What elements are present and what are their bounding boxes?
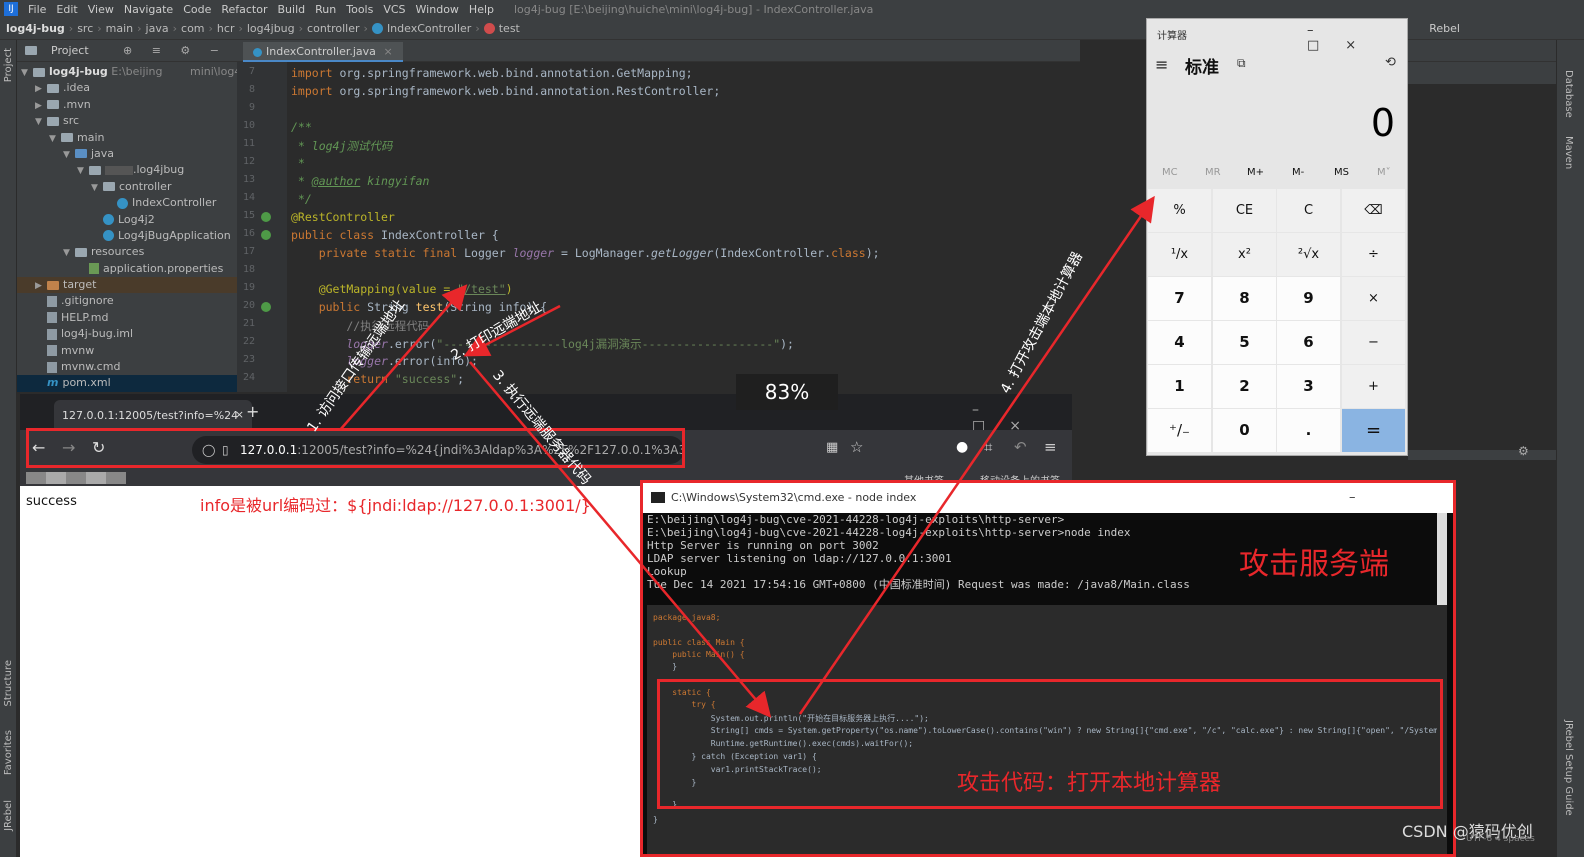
- status-encoding[interactable]: UTF-8 4 spaces: [1466, 834, 1535, 844]
- annotation-arrows: [339, 195, 1155, 718]
- arrow-step-4: [798, 195, 1155, 715]
- arrow-step-3: [469, 361, 772, 718]
